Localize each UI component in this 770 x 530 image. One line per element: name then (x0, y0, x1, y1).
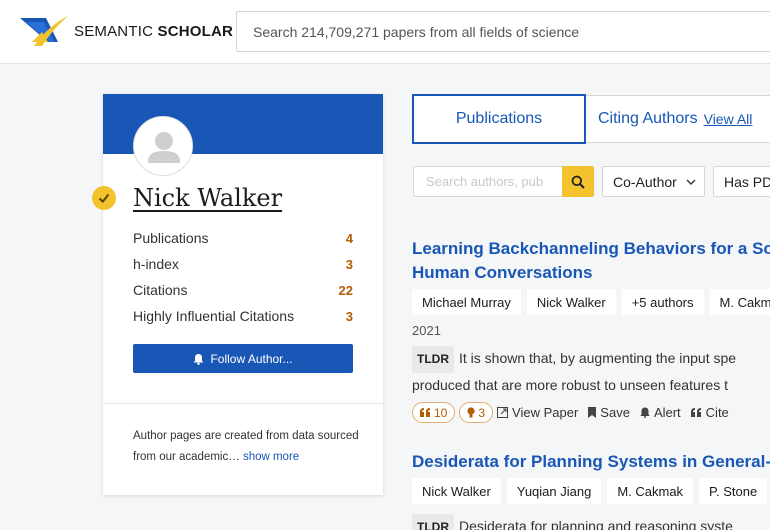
influential-count: 3 (478, 405, 486, 420)
author-card: Nick Walker Publications 4 h-index 3 Cit… (92, 94, 383, 495)
tldr-badge: TLDR (412, 514, 454, 530)
action-label: Cite (705, 405, 729, 420)
stat-value: 3 (345, 256, 353, 272)
paper-title-line: Desiderata for Planning Systems in Gener… (412, 452, 770, 471)
top-header: SEMANTIC SCHOLAR Search 214,709,271 pape… (0, 0, 770, 64)
card-divider (103, 403, 383, 404)
author-chip[interactable]: Nick Walker (526, 289, 616, 315)
publication-search-input[interactable]: Search authors, pub (413, 166, 563, 197)
author-page-note: Author pages are created from data sourc… (133, 426, 363, 468)
verified-check-icon (92, 186, 116, 210)
stat-value: 4 (345, 230, 353, 246)
view-paper-button[interactable]: View Paper (497, 405, 578, 420)
follow-author-button[interactable]: Follow Author... (133, 344, 353, 373)
tldr-text: Desiderata for planning and reasoning sy… (459, 518, 733, 530)
stat-publications: Publications 4 (133, 225, 353, 251)
author-chip[interactable]: M. Cakm (709, 289, 770, 315)
author-chip[interactable]: M. Cakmak (607, 478, 694, 504)
view-all-link[interactable]: View All (704, 111, 753, 127)
bell-icon (193, 353, 204, 365)
stat-label: Highly Influential Citations (133, 308, 295, 324)
author-chip[interactable]: P. Stone (699, 478, 768, 504)
tab-citing-authors[interactable]: Citing Authors View All (586, 95, 770, 143)
alert-button[interactable]: Alert (640, 405, 681, 420)
paper-tldr: TLDR It is shown that, by augmenting the … (412, 346, 736, 398)
external-link-icon (497, 407, 509, 418)
logo-text: SEMANTIC SCHOLAR (74, 22, 234, 40)
main-search-input[interactable]: Search 214,709,271 papers from all field… (236, 11, 770, 52)
tldr-text: produced that are more robust to unseen … (412, 377, 728, 393)
action-label: View Paper (512, 405, 579, 420)
tab-label: Citing Authors (598, 110, 698, 127)
paper-title-line: Learning Backchanneling Behaviors for a … (412, 239, 770, 258)
publication-search-button[interactable] (562, 166, 594, 197)
influential-badge[interactable]: 3 (459, 402, 494, 423)
author-avatar (133, 116, 193, 176)
stat-label: h-index (133, 256, 179, 272)
paper-authors: Michael Murray Nick Walker +5 authors M.… (412, 289, 770, 315)
bookmark-icon (588, 407, 597, 418)
author-name[interactable]: Nick Walker (133, 184, 282, 212)
user-icon (134, 117, 192, 175)
stat-value: 3 (345, 308, 353, 324)
bell-icon (640, 407, 650, 418)
paper-authors: Nick Walker Yuqian Jiang M. Cakmak P. St… (412, 478, 768, 504)
save-button[interactable]: Save (588, 405, 630, 420)
lightbulb-icon (467, 407, 475, 418)
cite-button[interactable]: Cite (690, 405, 729, 420)
paper-title[interactable]: Desiderata for Planning Systems in Gener… (412, 450, 770, 474)
chevron-down-icon (686, 179, 696, 185)
logo-icon (20, 16, 68, 46)
has-pdf-dropdown[interactable]: Has PD (713, 166, 770, 197)
paper-title[interactable]: Learning Backchanneling Behaviors for a … (412, 237, 770, 285)
dropdown-label: Co-Author (613, 173, 677, 190)
citations-count: 10 (434, 405, 448, 420)
author-chip[interactable]: Yuqian Jiang (506, 478, 602, 504)
action-label: Save (600, 405, 630, 420)
tab-publications[interactable]: Publications (412, 94, 586, 144)
dropdown-label: Has PD (724, 173, 770, 190)
semantic-scholar-logo[interactable]: SEMANTIC SCHOLAR (18, 12, 233, 50)
tldr-badge: TLDR (412, 346, 454, 373)
tab-label: Publications (455, 110, 543, 127)
citations-badge[interactable]: 10 (412, 402, 456, 423)
paper-tldr: TLDR Desiderata for planning and reasonin… (412, 514, 733, 530)
follow-label: Follow Author... (210, 351, 293, 366)
stat-value: 22 (338, 282, 353, 298)
quote-icon (420, 408, 430, 417)
stat-label: Publications (133, 230, 209, 246)
paper-actions: 10 3 View Paper Save Alert Cite (412, 402, 729, 423)
search-icon (571, 175, 585, 189)
stat-label: Citations (133, 282, 188, 298)
stat-citations: Citations 22 (133, 277, 353, 303)
stat-h-index: h-index 3 (133, 251, 353, 277)
show-more-link[interactable]: show more (243, 451, 299, 463)
author-stats: Publications 4 h-index 3 Citations 22 Hi… (133, 225, 353, 329)
action-label: Alert (653, 405, 681, 420)
tldr-text: It is shown that, by augmenting the inpu… (459, 350, 737, 366)
more-authors-chip[interactable]: +5 authors (621, 289, 704, 315)
stat-highly-influential: Highly Influential Citations 3 (133, 303, 353, 329)
paper-year: 2021 (412, 323, 441, 338)
filter-placeholder: Search authors, pub (426, 174, 544, 189)
quote-icon (690, 408, 701, 417)
search-placeholder: Search 214,709,271 papers from all field… (253, 23, 580, 40)
coauthor-dropdown[interactable]: Co-Author (602, 166, 705, 197)
paper-title-line: Human Conversations (412, 263, 593, 282)
author-chip[interactable]: Michael Murray (412, 289, 521, 315)
author-chip[interactable]: Nick Walker (412, 478, 501, 504)
